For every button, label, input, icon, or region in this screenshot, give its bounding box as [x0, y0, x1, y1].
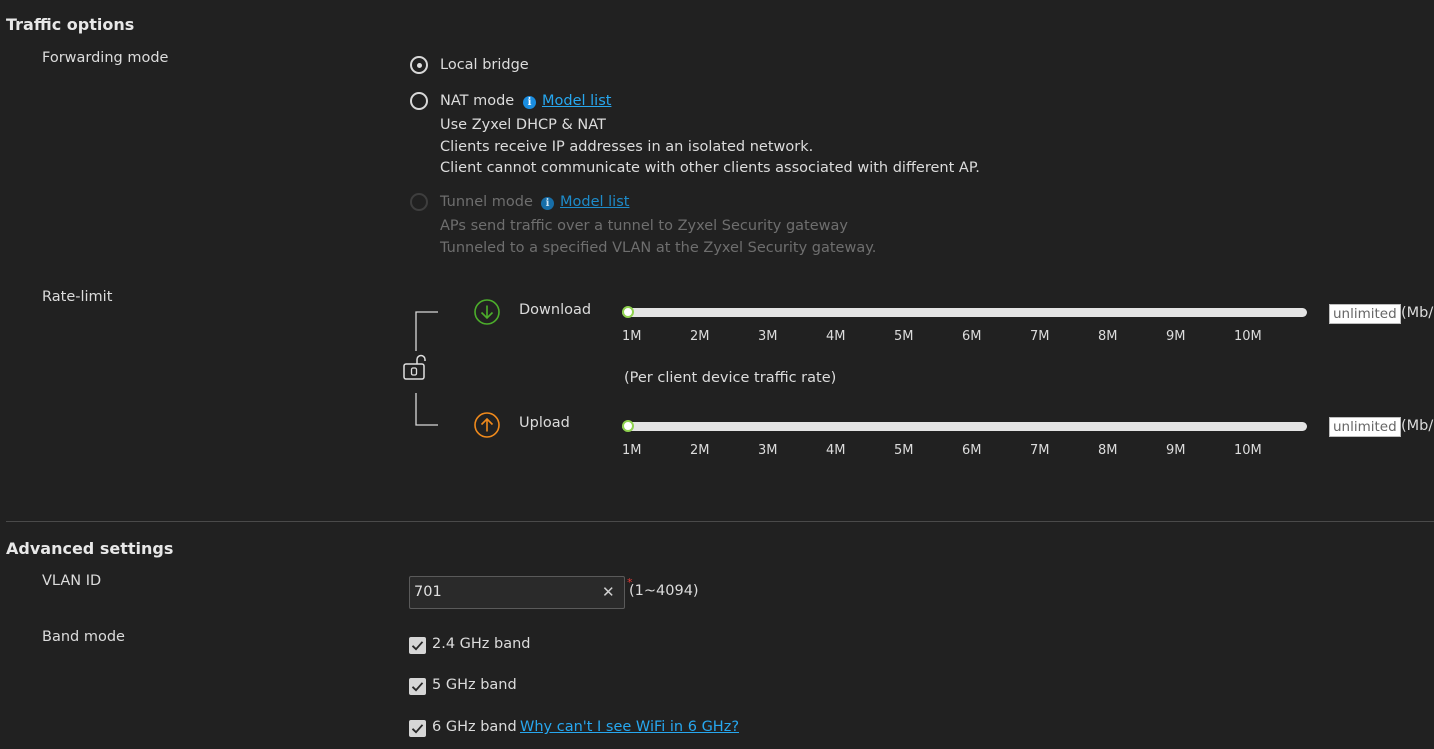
band-5g-label: 5 GHz band	[432, 677, 517, 693]
tick-label: 6M	[962, 443, 982, 458]
forwarding-mode-label: Forwarding mode	[42, 50, 169, 66]
upload-slider-track[interactable]	[622, 422, 1307, 431]
tick-label: 2M	[690, 329, 710, 344]
tick-label: 3M	[758, 329, 778, 344]
traffic-options-title: Traffic options	[6, 15, 135, 34]
info-icon: i	[541, 197, 554, 210]
tick-label: 4M	[826, 443, 846, 458]
upload-rate-input[interactable]: unlimited	[1329, 417, 1401, 437]
upload-circle-icon	[474, 412, 500, 438]
download-circle-icon	[474, 299, 500, 325]
band-mode-label: Band mode	[42, 629, 125, 645]
tick-label: 8M	[1098, 443, 1118, 458]
tick-label: 5M	[894, 329, 914, 344]
download-slider-track[interactable]	[622, 308, 1307, 317]
tunnel-mode-radio[interactable]	[410, 193, 428, 211]
nat-desc-line: Use Zyxel DHCP & NAT	[440, 117, 606, 133]
nat-mode-description: Use Zyxel DHCP & NAT Clients receive IP …	[440, 115, 980, 180]
tick-label: 10M	[1234, 329, 1262, 344]
tick-label: 8M	[1098, 329, 1118, 344]
tick-label: 7M	[1030, 329, 1050, 344]
advanced-settings-title: Advanced settings	[6, 539, 174, 558]
download-label: Download	[519, 302, 592, 318]
tunnel-desc-line: Tunneled to a specified VLAN at the Zyxe…	[440, 239, 877, 256]
unlock-icon[interactable]	[402, 353, 428, 383]
tick-label: 7M	[1030, 443, 1050, 458]
tick-label: 10M	[1234, 443, 1262, 458]
clear-icon[interactable]: ✕	[602, 583, 615, 601]
vlan-range-hint: (1~4094)	[629, 583, 699, 599]
info-icon: i	[523, 96, 536, 109]
section-divider	[6, 521, 1434, 522]
vlan-id-label: VLAN ID	[42, 573, 102, 589]
rate-limit-label: Rate-limit	[42, 289, 113, 305]
wifi-6ghz-help-link[interactable]: Why can't I see WiFi in 6 GHz?	[520, 719, 739, 735]
tick-label: 6M	[962, 329, 982, 344]
band-6g-checkbox[interactable]	[409, 720, 426, 737]
download-unit: (Mb/	[1401, 305, 1434, 321]
tunnel-model-list-link[interactable]: Model list	[560, 194, 629, 210]
nat-model-list-link[interactable]: Model list	[542, 93, 611, 109]
upload-label: Upload	[519, 415, 570, 431]
vlan-id-value: 701	[414, 584, 442, 600]
local-bridge-radio[interactable]	[410, 56, 428, 74]
band-6g-label: 6 GHz band	[432, 719, 517, 735]
check-icon	[411, 641, 424, 651]
download-slider-handle[interactable]	[622, 306, 634, 318]
nat-mode-radio[interactable]	[410, 92, 428, 110]
tunnel-mode-description: APs send traffic over a tunnel to Zyxel …	[440, 216, 876, 259]
download-rate-input[interactable]: unlimited	[1329, 304, 1401, 324]
nat-desc-line: Clients receive IP addresses in an isola…	[440, 138, 814, 155]
nat-desc-line: Client cannot communicate with other cli…	[440, 160, 980, 176]
upload-tick-labels: 1M 2M 3M 4M 5M 6M 7M 8M 9M 10M	[622, 443, 1322, 461]
tick-label: 1M	[622, 329, 642, 344]
check-icon	[411, 724, 424, 734]
nat-mode-label: NAT mode	[440, 93, 515, 109]
upload-slider-handle[interactable]	[622, 420, 634, 432]
tick-label: 5M	[894, 443, 914, 458]
band-2g-checkbox[interactable]	[409, 637, 426, 654]
tick-label: 9M	[1166, 329, 1186, 344]
tick-label: 9M	[1166, 443, 1186, 458]
vlan-id-input[interactable]: 701 ✕	[409, 576, 625, 609]
tick-label: 3M	[758, 443, 778, 458]
tunnel-mode-label: Tunnel mode	[440, 194, 533, 210]
upload-unit: (Mb/	[1401, 418, 1434, 434]
check-icon	[411, 682, 424, 692]
per-client-note: (Per client device traffic rate)	[624, 370, 837, 386]
download-tick-labels: 1M 2M 3M 4M 5M 6M 7M 8M 9M 10M	[622, 329, 1322, 347]
local-bridge-label: Local bridge	[440, 57, 529, 73]
tick-label: 4M	[826, 329, 846, 344]
tunnel-desc-line: APs send traffic over a tunnel to Zyxel …	[440, 218, 848, 234]
tick-label: 1M	[622, 443, 642, 458]
band-5g-checkbox[interactable]	[409, 678, 426, 695]
tick-label: 2M	[690, 443, 710, 458]
band-2g-label: 2.4 GHz band	[432, 636, 531, 652]
